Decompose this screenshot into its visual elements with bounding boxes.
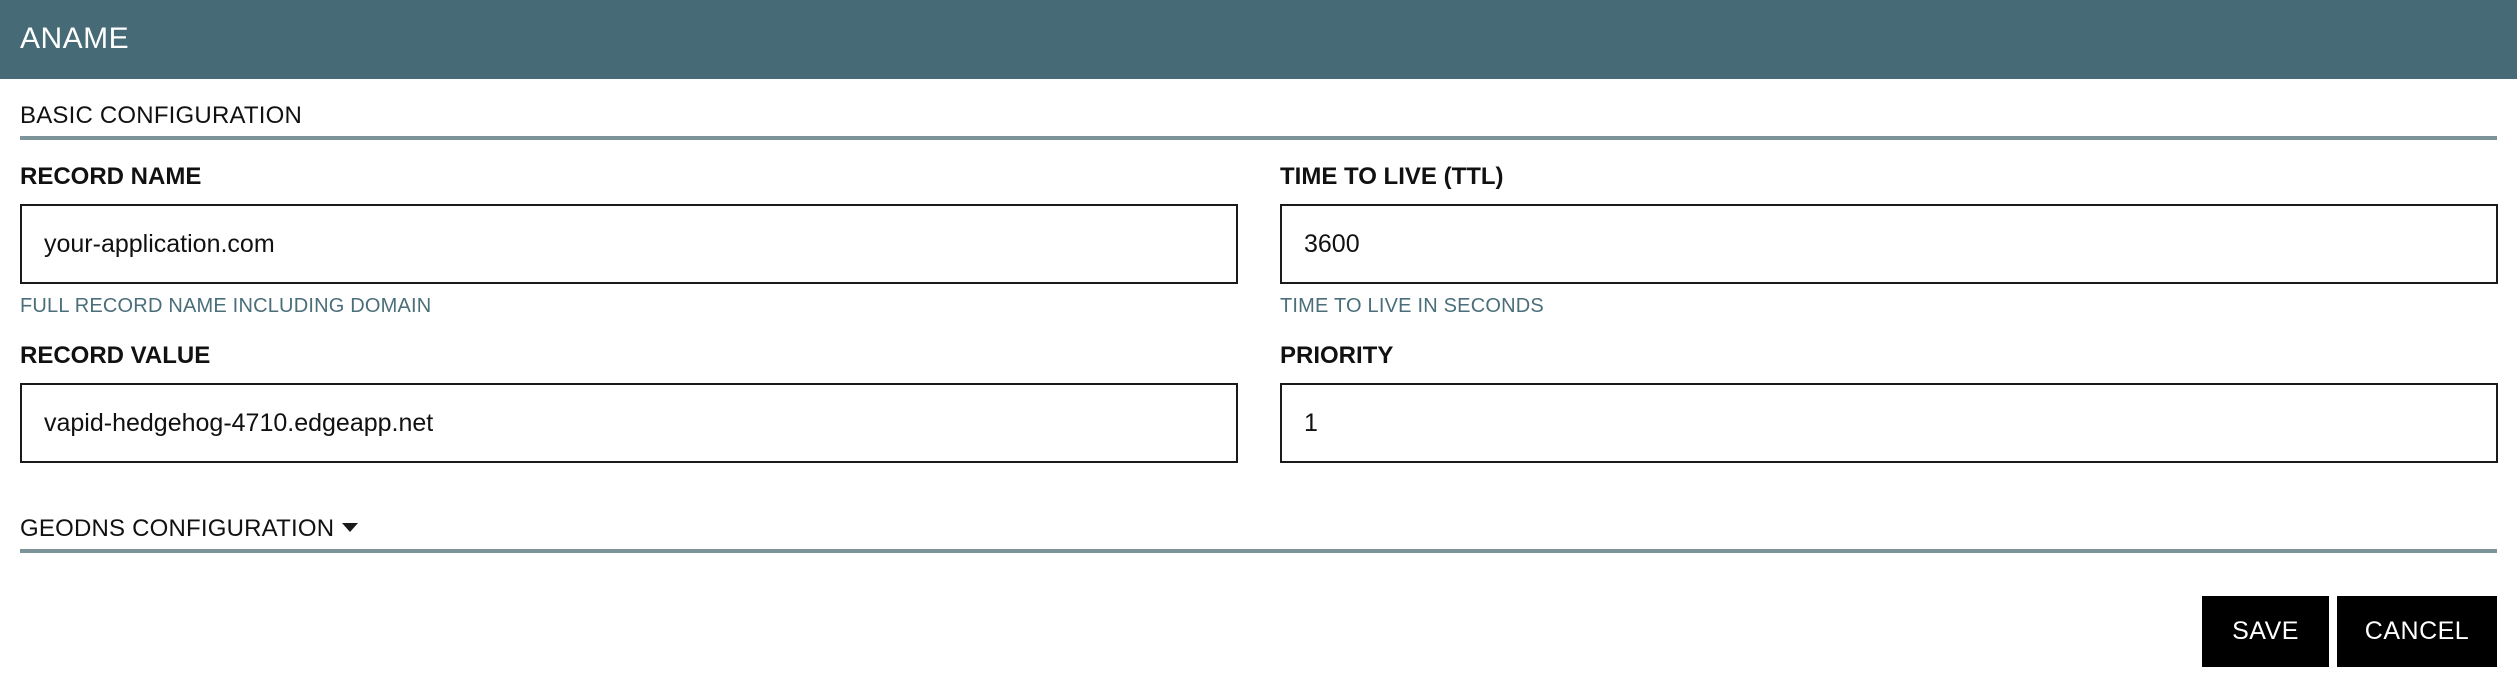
dialog-title: ANAME: [20, 22, 130, 55]
geodns-configuration-toggle[interactable]: GEODNS CONFIGURATION: [20, 514, 359, 544]
save-button[interactable]: SAVE: [2202, 596, 2329, 667]
priority-label: PRIORITY: [1280, 342, 1394, 369]
ttl-input[interactable]: [1280, 204, 2498, 284]
record-name-input[interactable]: [20, 204, 1238, 284]
caret-down-icon[interactable]: [342, 523, 359, 533]
geodns-configuration-divider: [20, 549, 2497, 553]
priority-input[interactable]: [1280, 383, 2498, 463]
dialog-header: ANAME: [0, 0, 2517, 79]
geodns-configuration-title: GEODNS CONFIGURATION: [20, 515, 335, 542]
record-name-label: RECORD NAME: [20, 163, 202, 190]
basic-configuration-divider: [20, 136, 2497, 140]
record-value-label: RECORD VALUE: [20, 342, 211, 369]
cancel-button[interactable]: CANCEL: [2337, 596, 2497, 667]
record-value-input[interactable]: [20, 383, 1238, 463]
basic-configuration-title: BASIC CONFIGURATION: [20, 102, 303, 129]
ttl-help: TIME TO LIVE IN SECONDS: [1280, 295, 1544, 317]
ttl-label: TIME TO LIVE (TTL): [1280, 163, 1504, 190]
record-name-help: FULL RECORD NAME INCLUDING DOMAIN: [20, 295, 432, 317]
